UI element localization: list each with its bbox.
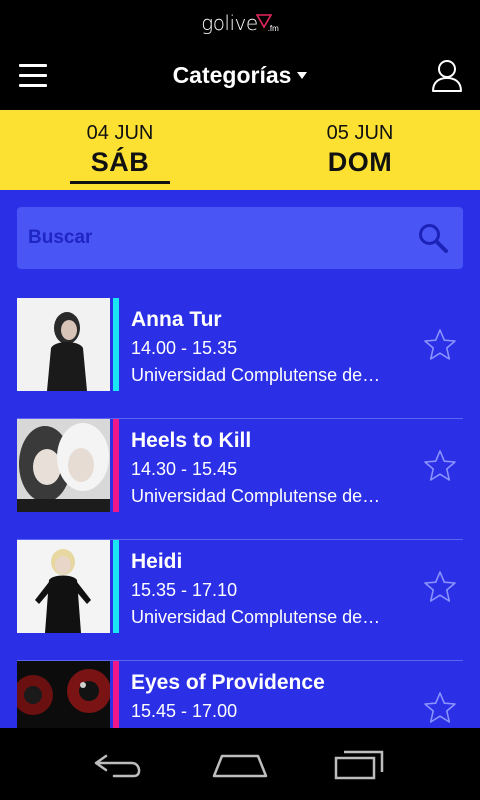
- star-outline-icon[interactable]: [423, 570, 457, 604]
- star-outline-icon[interactable]: [423, 449, 457, 483]
- event-venue: Universidad Complutense de…: [131, 365, 381, 385]
- event-time: 15.35 - 17.10: [131, 580, 238, 600]
- event-info: Heels to Kill 14.30 - 15.45 Universidad …: [131, 429, 401, 507]
- event-info: Heidi 15.35 - 17.10 Universidad Complute…: [131, 550, 401, 628]
- event-item[interactable]: Anna Tur 14.00 - 15.35 Universidad Compl…: [17, 298, 463, 419]
- tab-day-label: DOM: [327, 147, 393, 177]
- logo-bar: golive .fm: [0, 0, 480, 46]
- category-accent-bar: [113, 540, 119, 633]
- search-input[interactable]: [28, 207, 408, 269]
- back-icon[interactable]: [92, 746, 148, 782]
- event-time: 14.00 - 15.35: [131, 338, 238, 358]
- event-item[interactable]: Eyes of Providence 15.45 - 17.00: [17, 661, 463, 728]
- tab-date-sun[interactable]: 05 JUN DOM: [240, 110, 480, 190]
- app-header: Categorías: [0, 46, 480, 110]
- logo-text: golive: [201, 11, 258, 35]
- artist-name: Heidi: [131, 550, 183, 573]
- caret-down-icon: [297, 72, 308, 79]
- star-outline-icon[interactable]: [423, 328, 457, 362]
- event-item[interactable]: Heidi 15.35 - 17.10 Universidad Complute…: [17, 540, 463, 661]
- home-icon[interactable]: [212, 746, 268, 782]
- page-title: Categorías: [172, 62, 292, 88]
- event-info: Eyes of Providence 15.45 - 17.00: [131, 671, 401, 728]
- event-time: 15.45 - 17.00: [131, 701, 238, 721]
- artist-name: Anna Tur: [131, 308, 222, 331]
- tab-date-label: 04 JUN: [86, 122, 154, 144]
- recent-apps-icon[interactable]: [332, 746, 388, 782]
- star-outline-icon[interactable]: [423, 691, 457, 725]
- golive-logo: golive .fm: [201, 11, 279, 35]
- event-venue: Universidad Complutense de…: [131, 486, 381, 506]
- event-list-panel: Anna Tur 14.00 - 15.35 Universidad Compl…: [0, 190, 480, 728]
- event-time: 14.30 - 15.45: [131, 459, 238, 479]
- category-accent-bar: [113, 419, 119, 512]
- event-item[interactable]: Heels to Kill 14.30 - 15.45 Universidad …: [17, 419, 463, 540]
- tab-day-label: SÁB: [90, 147, 150, 177]
- event-info: Anna Tur 14.00 - 15.35 Universidad Compl…: [131, 308, 401, 386]
- categories-dropdown[interactable]: Categorías: [0, 62, 480, 89]
- system-nav-bar: [0, 728, 480, 800]
- active-tab-indicator: [70, 181, 170, 184]
- search-icon[interactable]: [417, 222, 449, 254]
- category-accent-bar: [113, 661, 119, 728]
- date-tabs: 04 JUN SÁB 05 JUN DOM: [0, 110, 480, 190]
- artist-photo: [17, 661, 110, 728]
- artist-photo: [17, 419, 110, 512]
- event-venue: Universidad Complutense de…: [131, 607, 381, 627]
- category-accent-bar: [113, 298, 119, 391]
- user-icon[interactable]: [431, 58, 463, 92]
- artist-name: Heels to Kill: [131, 429, 252, 452]
- tab-date-sat[interactable]: 04 JUN SÁB: [0, 110, 240, 190]
- search-bar: [17, 207, 463, 269]
- artist-photo: [17, 298, 110, 391]
- event-list: Anna Tur 14.00 - 15.35 Universidad Compl…: [0, 298, 480, 728]
- artist-photo: [17, 540, 110, 633]
- tab-date-label: 05 JUN: [326, 122, 394, 144]
- logo-suffix: .fm: [267, 24, 279, 33]
- artist-name: Eyes of Providence: [131, 671, 325, 694]
